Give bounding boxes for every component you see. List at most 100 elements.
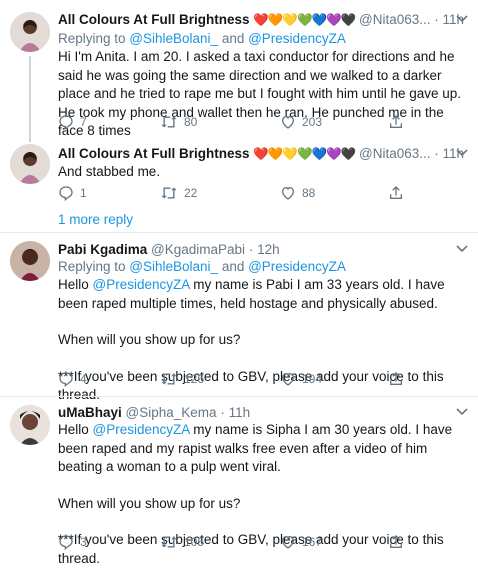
retweet-count: 105 [184, 535, 205, 549]
tweet-actions: 1 22 88 [58, 185, 458, 203]
retweet-icon [161, 187, 177, 199]
replying-to: Replying to @SihleBolani_ and @Presidenc… [58, 30, 346, 48]
share-button[interactable] [388, 114, 404, 130]
tweet-header: uMaBhayi @Sipha_Kema · 11h [58, 404, 468, 422]
tweet-text-content: Hello @PresidencyZA my name is Sipha I a… [58, 421, 466, 477]
avatar-pabi[interactable] [10, 241, 50, 281]
tweet-header: All Colours At Full Brightness ❤️🧡💛💚💙💜🖤 … [58, 145, 468, 163]
name-emojis: ❤️🧡💛💚💙💜🖤 [253, 147, 356, 161]
mention-link[interactable]: @PresidencyZA [248, 259, 346, 274]
retweet-count: 126 [184, 372, 205, 386]
chevron-down-icon[interactable] [456, 407, 468, 419]
more-replies-link[interactable]: 1 more reply [58, 212, 133, 227]
share-button[interactable] [388, 371, 404, 387]
mention-link[interactable]: @SihleBolani_ [129, 31, 218, 46]
retweet-icon [161, 116, 177, 128]
share-icon [390, 186, 402, 199]
reply-icon [59, 372, 73, 387]
share-button[interactable] [388, 185, 404, 201]
reply-icon [59, 186, 73, 201]
heart-icon [281, 186, 295, 200]
like-button[interactable]: 167 [280, 534, 322, 550]
share-icon [390, 372, 402, 385]
retweet-button[interactable]: 126 [160, 371, 204, 387]
user-handle[interactable]: @Nita063... [359, 12, 431, 27]
mention-link[interactable]: @PresidencyZA [93, 422, 190, 437]
heart-icon [281, 115, 295, 129]
heart-icon [281, 372, 295, 386]
text-prefix: Hello [58, 422, 93, 437]
chevron-down-icon[interactable] [456, 14, 468, 26]
share-button[interactable] [388, 534, 404, 550]
tweet-actions: 4 126 194 [58, 371, 458, 389]
retweet-icon [161, 373, 177, 385]
reply-button[interactable]: 4 [58, 371, 87, 387]
avatar-anita[interactable] [10, 144, 50, 184]
replying-and: and [218, 259, 249, 274]
avatar-anita[interactable] [10, 12, 50, 52]
user-handle[interactable]: @Nita063... [359, 146, 431, 161]
thread-line [29, 56, 31, 142]
reply-count: 7 [80, 115, 87, 129]
retweet-count: 22 [184, 186, 198, 200]
retweet-button[interactable]: 22 [160, 185, 197, 201]
tweet-text-content: And stabbed me. [58, 164, 161, 179]
like-button[interactable]: 88 [280, 185, 315, 201]
reply-button[interactable]: 3 [58, 534, 87, 550]
mention-link[interactable]: @PresidencyZA [248, 31, 346, 46]
tweet-4[interactable]: uMaBhayi @Sipha_Kema · 11h Hello @Presid… [0, 397, 478, 566]
retweet-button[interactable]: 80 [160, 114, 197, 130]
reply-count: 3 [80, 535, 87, 549]
share-icon [390, 535, 402, 548]
retweet-icon [161, 536, 177, 548]
reply-count: 1 [80, 186, 87, 200]
retweet-count: 80 [184, 115, 198, 129]
mention-link[interactable]: @SihleBolani_ [129, 259, 218, 274]
heart-icon [281, 535, 295, 549]
like-button[interactable]: 194 [280, 371, 322, 387]
tweet-1[interactable]: All Colours At Full Brightness ❤️🧡💛💚💙💜🖤 … [0, 0, 478, 142]
name-emojis: ❤️🧡💛💚💙💜🖤 [253, 13, 356, 27]
display-name[interactable]: uMaBhayi [58, 405, 122, 420]
tweet-actions: 3 105 167 [58, 534, 458, 552]
text-prefix: Hello [58, 277, 93, 292]
user-handle[interactable]: @KgadimaPabi [151, 242, 245, 257]
tweet-header: All Colours At Full Brightness ❤️🧡💛💚💙💜🖤 … [58, 11, 468, 29]
chevron-down-icon[interactable] [456, 244, 468, 256]
chevron-down-icon[interactable] [456, 148, 468, 160]
retweet-button[interactable]: 105 [160, 534, 204, 550]
mention-link[interactable]: @PresidencyZA [93, 277, 190, 292]
timestamp[interactable]: 11h [229, 405, 251, 420]
reply-count: 4 [80, 372, 87, 386]
like-count: 203 [302, 115, 323, 129]
replying-to-label: Replying to [58, 259, 130, 274]
replying-to-label: Replying to [58, 31, 130, 46]
timestamp[interactable]: 12h [257, 242, 280, 257]
like-count: 194 [302, 372, 323, 386]
reply-icon [59, 115, 73, 130]
tweet-question: When will you show up for us? [58, 495, 241, 511]
replying-and: and [218, 31, 249, 46]
display-name[interactable]: All Colours At Full Brightness [58, 146, 250, 161]
like-count: 167 [302, 535, 323, 549]
tweet-2[interactable]: All Colours At Full Brightness ❤️🧡💛💚💙💜🖤 … [0, 138, 478, 204]
like-button[interactable]: 203 [280, 114, 322, 130]
display-name[interactable]: Pabi Kgadima [58, 242, 147, 257]
tweet-text: And stabbed me. [58, 163, 466, 182]
like-count: 88 [302, 186, 316, 200]
tweet-actions: 7 80 203 [58, 114, 458, 132]
tweet-header: Pabi Kgadima @KgadimaPabi · 12h [58, 241, 468, 259]
separator-dot: · [248, 242, 254, 257]
avatar-umabhayi[interactable] [10, 405, 50, 445]
tweet-question: When will you show up for us? [58, 332, 241, 347]
display-name[interactable]: All Colours At Full Brightness [58, 12, 250, 27]
tweet-3[interactable]: Pabi Kgadima @KgadimaPabi · 12h Replying… [0, 233, 478, 402]
share-icon [390, 115, 402, 128]
separator-dot: · [434, 146, 439, 161]
user-handle[interactable]: @Sipha_Kema [126, 405, 217, 420]
separator-dot: · [220, 405, 225, 420]
reply-button[interactable]: 1 [58, 185, 87, 201]
reply-button[interactable]: 7 [58, 114, 87, 130]
separator-dot: · [434, 12, 439, 27]
reply-icon [59, 535, 73, 550]
